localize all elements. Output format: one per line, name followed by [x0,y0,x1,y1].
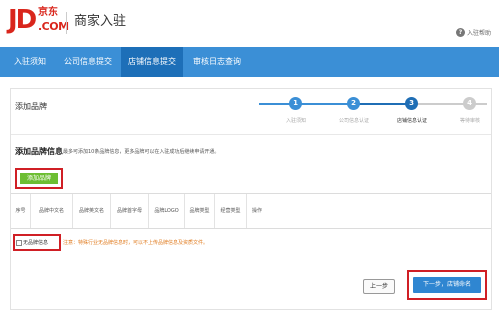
nav-item-company-info[interactable]: 公司信息提交 [58,47,118,77]
logo-com-text: .COM [38,20,69,33]
jd-logo[interactable]: JD 京东 .COM [8,5,69,40]
nav-item-store-info[interactable]: 店铺信息提交 [121,47,183,77]
brand-section-title: 添加品牌信息 [15,147,63,156]
next-step-highlight: 下一步，店铺命名 [407,270,487,300]
page-header: JD 京东 .COM 商家入驻 ? 入驻帮助 [0,0,499,45]
column-header-initial: 品牌首字母 [111,194,149,228]
add-brand-highlight: 添加品牌 [15,168,63,189]
progress-stepper: 1 2 3 4 入驻须知 公司信息认证 店铺信息认证 等待审核 [259,93,489,129]
help-link[interactable]: ? 入驻帮助 [455,28,491,37]
no-brand-checkbox[interactable] [16,239,22,246]
nav-item-notice[interactable]: 入驻须知 [8,47,52,77]
step-line-3 [411,103,469,105]
step-label-4: 等待审核 [459,118,481,124]
page-title: 商家入驻 [74,14,127,29]
add-brand-button[interactable]: 添加品牌 [20,173,58,184]
nav-item-audit-log[interactable]: 审核日志查询 [188,47,246,77]
panel-title: 添加品牌 [15,102,47,111]
step-dot-1: 1 [289,97,302,110]
no-brand-notice: 注意：特殊行业无品牌信息时，可以不上传品牌信息及资质文件。 [63,240,209,246]
column-header-cn-name: 品牌中文名 [31,194,73,228]
step-dot-2: 2 [347,97,360,110]
brand-panel: 添加品牌 1 2 3 4 入驻须知 公司信息认证 店铺信息认证 等待审核 添加品… [10,88,492,310]
previous-step-button[interactable]: 上一步 [363,279,395,294]
logo-cn-text: 京东 [38,7,58,18]
column-header-brand-type: 品牌类型 [185,194,215,228]
header-divider [66,12,67,34]
step-label-2: 公司信息认证 [338,118,370,124]
column-header-index: 序号 [11,194,31,228]
logo-jd-text: JD [8,5,37,35]
step-line-1 [295,103,353,105]
column-header-actions: 操作 [251,208,262,214]
step-line-2 [353,103,411,105]
brand-section-description: 最多可添加10条品牌信息，更多品牌可以在入驻成功后继续申请开通。 [63,149,220,155]
column-header-business-type: 经营类型 [215,194,247,228]
step-label-1: 入驻须知 [285,118,307,124]
no-brand-label[interactable]: 无品牌信息 [23,239,48,246]
step-label-3: 店铺信息认证 [396,118,428,124]
help-icon: ? [455,28,465,37]
next-step-button[interactable]: 下一步，店铺命名 [413,277,481,293]
column-header-logo: 品牌LOGO [149,194,185,228]
help-label: 入驻帮助 [466,30,491,37]
main-nav: 入驻须知 公司信息提交 店铺信息提交 审核日志查询 [0,47,499,77]
step-dot-4: 4 [463,97,476,110]
panel-header: 添加品牌 1 2 3 4 入驻须知 公司信息认证 店铺信息认证 等待审核 [11,89,491,135]
brand-table: 序号 品牌中文名 品牌英文名 品牌首字母 品牌LOGO 品牌类型 经营类型 操作 [11,193,491,229]
column-header-en-name: 品牌英文名 [73,194,111,228]
step-dot-3: 3 [405,97,418,110]
no-brand-highlight: 无品牌信息 [13,234,61,251]
